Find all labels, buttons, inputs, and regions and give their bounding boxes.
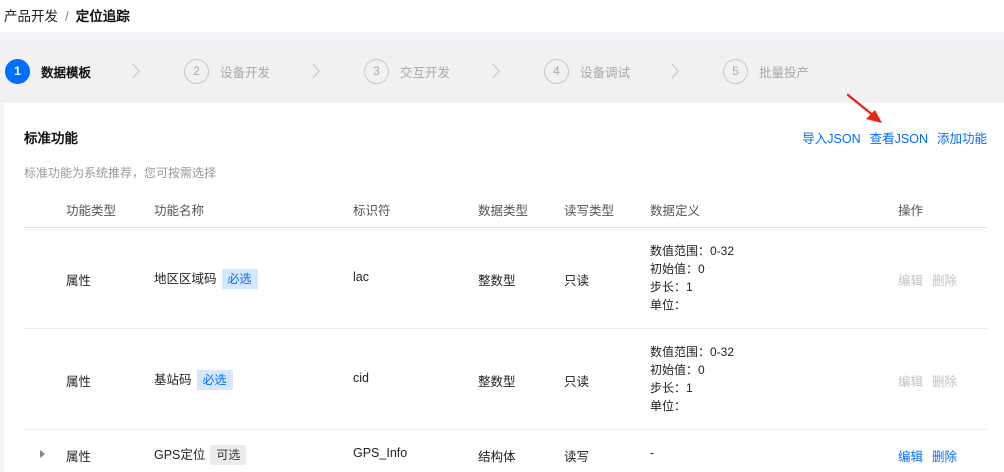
row-definition: 数值范围：0-32 初始值：0 步长：1 单位：: [650, 242, 734, 314]
import-json-link[interactable]: 导入JSON: [802, 132, 860, 146]
required-tag: 必选: [196, 370, 233, 390]
breadcrumb-separator: /: [65, 9, 69, 24]
header-name: 功能名称: [154, 204, 205, 218]
step-label: 设备调试: [580, 65, 631, 80]
step-label: 设备开发: [220, 65, 271, 80]
row-type: 属性: [66, 375, 92, 389]
definition-unit: 单位：: [650, 399, 687, 413]
panel-actions: 导入JSON 查看JSON 添加功能: [793, 128, 987, 147]
table-header: 功能类型 功能名称 标识符 数据类型 读写类型 数据定义 操作: [24, 197, 987, 228]
add-function-link[interactable]: 添加功能: [937, 132, 987, 146]
row-rw-type: 只读: [564, 274, 590, 288]
edit-button: 编辑: [898, 274, 924, 288]
definition-step: 步长：1: [650, 280, 693, 294]
chevron-right-icon: [132, 63, 140, 79]
row-operations: 编辑 删除: [898, 446, 966, 465]
panel-title: 标准功能: [24, 131, 78, 146]
step-device-debug[interactable]: 4 设备调试: [544, 58, 630, 84]
top-bar: 产品开发 / 定位追踪: [0, 0, 1004, 32]
row-name-cell: GPS定位 可选: [154, 444, 247, 465]
definition-range: 数值范围：0-32: [650, 345, 735, 359]
row-identifier: GPS_Info: [353, 446, 408, 460]
definition-range: 数值范围：0-32: [650, 244, 735, 258]
expand-caret-icon[interactable]: [40, 450, 45, 458]
step-number: 1: [5, 58, 30, 84]
row-data-type: 结构体: [478, 450, 516, 464]
row-type: 属性: [66, 450, 92, 464]
chevron-right-icon: [671, 63, 679, 79]
header-type: 功能类型: [66, 204, 117, 218]
row-data-type: 整数型: [478, 375, 516, 389]
breadcrumb: 产品开发 / 定位追踪: [4, 5, 130, 25]
row-type: 属性: [66, 274, 92, 288]
optional-tag: 可选: [210, 445, 247, 465]
definition-step: 步长：1: [650, 381, 693, 395]
row-definition: 数值范围：0-32 初始值：0 步长：1 单位：: [650, 343, 734, 415]
annotation-arrow-icon: [846, 93, 882, 123]
step-mass-production[interactable]: 5 批量投产: [723, 58, 809, 84]
step-label: 交互开发: [400, 65, 451, 80]
header-data-type: 数据类型: [478, 204, 529, 218]
step-interaction-dev[interactable]: 3 交互开发: [364, 58, 450, 84]
step-device-dev[interactable]: 2 设备开发: [184, 58, 270, 84]
row-identifier: cid: [353, 371, 369, 385]
step-label: 批量投产: [759, 65, 810, 80]
step-data-template[interactable]: 1 数据模板: [5, 58, 91, 84]
definition-initial: 初始值：0: [650, 262, 705, 276]
chevron-right-icon: [312, 63, 320, 79]
row-name: GPS定位: [154, 448, 206, 462]
row-data-type: 整数型: [478, 274, 516, 288]
chevron-right-icon: [492, 63, 500, 79]
row-rw-type: 只读: [564, 375, 590, 389]
header-rw-type: 读写类型: [564, 204, 615, 218]
breadcrumb-parent[interactable]: 产品开发: [4, 9, 58, 24]
row-identifier: lac: [353, 270, 369, 284]
definition-initial: 初始值：0: [650, 363, 705, 377]
standard-functions-panel: 标准功能 导入JSON 查看JSON 添加功能 标准功能为系统推荐，您可按需选择 功…: [4, 103, 1004, 472]
row-definition: -: [650, 446, 655, 460]
header-operation: 操作: [898, 204, 924, 218]
step-number: 5: [723, 58, 748, 84]
required-tag: 必选: [221, 269, 258, 289]
panel-description: 标准功能为系统推荐，您可按需选择: [24, 166, 217, 180]
definition-unit: 单位：: [650, 298, 687, 312]
view-json-link[interactable]: 查看JSON: [870, 132, 928, 146]
delete-button[interactable]: 删除: [932, 450, 957, 464]
step-number: 4: [544, 58, 569, 84]
row-rw-type: 读写: [564, 450, 590, 464]
step-number: 2: [184, 58, 209, 84]
row-operations: 编辑 删除: [898, 270, 966, 289]
table-row: 属性 GPS定位 可选 GPS_Info 结构体 读写 - 编辑 删除: [24, 430, 987, 472]
header-definition: 数据定义: [650, 204, 701, 218]
edit-button[interactable]: 编辑: [898, 450, 923, 464]
delete-button: 删除: [932, 375, 958, 389]
row-name: 基站码: [154, 373, 192, 387]
row-operations: 编辑 删除: [898, 371, 966, 390]
step-label: 数据模板: [41, 65, 92, 80]
delete-button: 删除: [932, 274, 958, 288]
step-number: 3: [364, 58, 389, 84]
header-identifier: 标识符: [353, 204, 391, 218]
table-row: 属性 基站码 必选 cid 整数型 只读 数值范围：0-32 初始值：0 步长：1…: [24, 329, 987, 430]
row-name: 地区区域码: [154, 272, 217, 286]
row-name-cell: 基站码 必选: [154, 369, 233, 390]
breadcrumb-current: 定位追踪: [75, 9, 130, 24]
edit-button: 编辑: [898, 375, 924, 389]
row-name-cell: 地区区域码 必选: [154, 268, 258, 289]
table-row: 属性 地区区域码 必选 lac 整数型 只读 数值范围：0-32 初始值：0 步长…: [24, 228, 987, 329]
